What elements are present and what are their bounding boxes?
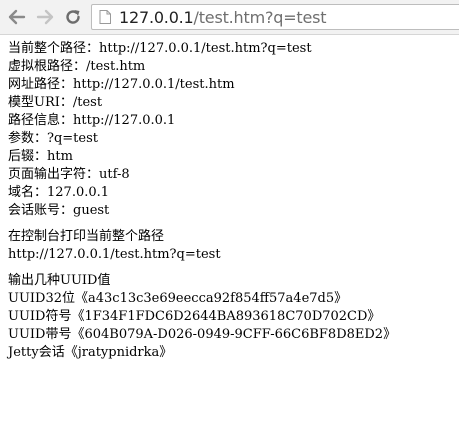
forward-arrow-icon (36, 9, 54, 25)
info-suffix: 后辍：htm (8, 149, 73, 164)
reload-icon (66, 10, 80, 24)
console-value: http://127.0.0.1/test.htm?q=test (8, 247, 221, 262)
info-params: 参数：?q=test (8, 131, 98, 146)
info-full-path: 当前整个路径：http://127.0.0.1/test.htm?q=test (8, 41, 312, 56)
info-domain: 域名：127.0.0.1 (8, 185, 110, 200)
browser-toolbar: 127.0.0.1/test.htm?q=test (0, 0, 459, 35)
info-charset: 页面输出字符：utf-8 (8, 167, 130, 182)
uuid-symbol: UUID符号《1F34F1FDC6D2644BA893618C70D702CD》 (8, 309, 381, 324)
forward-button[interactable] (34, 7, 56, 27)
uuid-dashed: UUID带号《604B079A-D026-0949-9CFF-66C6BF8D8… (8, 327, 397, 342)
info-virtual-root: 虚拟根路径：/test.htm (8, 59, 146, 74)
info-session-account: 会话账号：guest (8, 203, 110, 218)
page-icon (99, 10, 111, 24)
address-bar[interactable]: 127.0.0.1/test.htm?q=test (91, 4, 459, 30)
info-url-path: 网址路径：http://127.0.0.1/test.htm (8, 77, 235, 92)
back-button[interactable] (6, 7, 28, 27)
url-path: /test.htm?q=test (193, 7, 327, 27)
url-host: 127.0.0.1 (119, 7, 194, 27)
uuid-32: UUID32位《a43c13c3e69eecca92f854ff57a4e7d5… (8, 291, 348, 306)
info-path-info: 路径信息：http://127.0.0.1 (8, 113, 176, 128)
info-model-uri: 模型URI：/test (8, 95, 103, 110)
url-text[interactable]: 127.0.0.1/test.htm?q=test (119, 7, 327, 27)
uuid-heading: 输出几种UUID值 (8, 273, 111, 288)
reload-button[interactable] (62, 7, 84, 27)
jetty-session: Jetty会话《jratypnidrka》 (8, 345, 173, 360)
back-arrow-icon (8, 9, 26, 25)
page-content: 当前整个路径：http://127.0.0.1/test.htm?q=test … (8, 40, 453, 362)
console-heading: 在控制台打印当前整个路径 (8, 229, 165, 244)
